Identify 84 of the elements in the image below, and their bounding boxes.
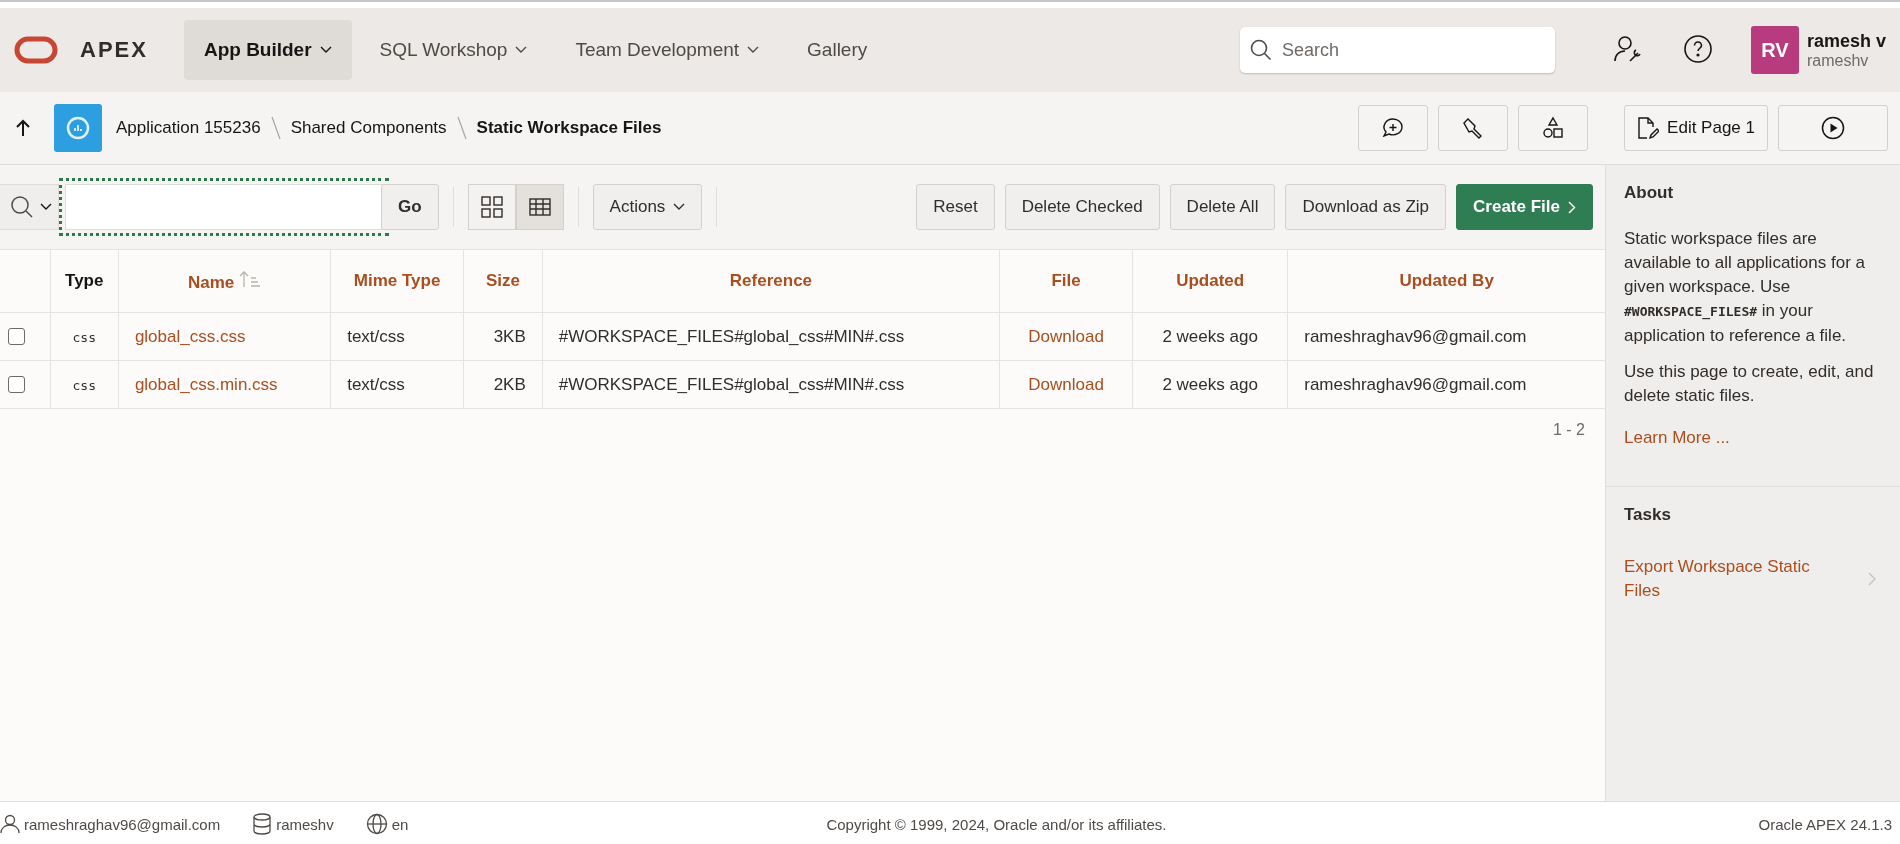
shared-components-button[interactable] — [1518, 105, 1589, 151]
app-icon[interactable] — [54, 104, 102, 152]
column-header[interactable]: Mime Type — [330, 250, 464, 313]
nav-tab[interactable]: Gallery — [787, 20, 888, 80]
sort-ascending-icon — [239, 269, 262, 288]
actions-menu-button[interactable]: Actions — [592, 184, 703, 230]
file-type: css — [72, 329, 96, 345]
view-toggle[interactable] — [467, 184, 516, 230]
table-cell: #WORKSPACE_FILES#global_css#MIN#.css — [542, 312, 1000, 361]
about-text: Use this page to create, edit, and delete static files. — [1624, 361, 1875, 407]
column-header[interactable]: Reference — [542, 250, 1000, 313]
grid-icon — [480, 196, 503, 218]
toolbar-button[interactable]: Reset — [916, 184, 995, 230]
chevron-right-icon — [1568, 200, 1576, 214]
logo-icon[interactable] — [14, 36, 58, 64]
speech-bubble-plus-icon — [1381, 116, 1406, 140]
nav-tab[interactable]: Team Development — [555, 20, 780, 80]
user-avatar[interactable]: RV — [1750, 26, 1799, 74]
breadcrumb-link[interactable]: Application 155236 — [116, 118, 261, 138]
search-field[interactable]: Search — [1239, 27, 1555, 73]
debug-button[interactable] — [1438, 105, 1509, 151]
database-icon — [252, 813, 273, 835]
breadcrumb-link[interactable]: Static Workspace Files — [476, 118, 662, 138]
run-page-button[interactable] — [1778, 105, 1888, 151]
footer-workspace: rameshv — [276, 815, 334, 833]
table-cell: text/css — [330, 312, 464, 361]
tasks-heading: Tasks — [1624, 505, 1672, 525]
row-checkbox[interactable] — [8, 328, 25, 345]
search-icon — [10, 195, 34, 219]
table-cell: 2 weeks ago — [1132, 312, 1288, 361]
column-header[interactable]: Size — [463, 250, 543, 313]
view-toggle[interactable] — [515, 184, 564, 230]
version-text: Oracle APEX 24.1.3 — [1758, 815, 1892, 833]
play-icon — [1821, 116, 1845, 140]
file-type: css — [72, 377, 96, 393]
learn-more-link[interactable]: Learn More ... — [1624, 428, 1730, 447]
table-cell: 2 weeks ago — [1132, 360, 1288, 409]
nav-tab[interactable]: SQL Workshop — [359, 20, 548, 80]
chevron-down-icon — [40, 203, 52, 211]
footer-language: en — [391, 815, 409, 833]
arrow-up-icon[interactable] — [16, 119, 30, 137]
toolbar-button[interactable]: Delete All — [1169, 184, 1276, 230]
toolbar-button[interactable]: Create File — [1456, 184, 1593, 230]
breadcrumb-separator — [270, 116, 281, 140]
table-cell: 2KB — [463, 360, 543, 409]
column-header[interactable]: File — [999, 250, 1133, 313]
brand-name: APEX — [80, 37, 148, 63]
column-header: Type — [50, 250, 119, 313]
edit-page-button[interactable]: Edit Page 1 — [1624, 105, 1768, 151]
chevron-right-icon — [1868, 572, 1876, 586]
table-cell: text/css — [330, 360, 464, 409]
footer-email: rameshraghav96@gmail.com — [24, 815, 221, 833]
toolbar-button[interactable]: Download as Zip — [1285, 184, 1447, 230]
pagination-range: 1 - 2 — [1552, 420, 1586, 440]
globe-icon — [365, 813, 388, 835]
page-pencil-icon — [1637, 116, 1660, 140]
breadcrumb-separator — [456, 116, 467, 140]
column-header[interactable]: Name — [118, 250, 331, 313]
copyright-text: Copyright © 1999, 2024, Oracle and/or its affiliates. — [825, 815, 1168, 833]
column-header[interactable]: Updated — [1132, 250, 1288, 313]
chevron-down-icon — [319, 46, 332, 54]
chevron-down-icon — [515, 46, 528, 54]
shapes-icon — [1541, 116, 1566, 140]
search-icon — [1249, 39, 1272, 61]
help-icon — [1682, 33, 1713, 64]
table-cell: #WORKSPACE_FILES#global_css#MIN#.css — [542, 360, 1000, 409]
chevron-down-icon — [673, 203, 686, 211]
search-column-menu[interactable] — [0, 184, 59, 230]
table-icon — [528, 198, 551, 216]
about-heading: About — [1624, 183, 1675, 203]
breadcrumb-link[interactable]: Shared Components — [290, 118, 447, 138]
task-link[interactable]: Export Workspace Static Files — [1624, 555, 1844, 603]
toolbar-button[interactable]: Delete Checked — [1004, 184, 1160, 230]
go-button[interactable]: Go — [381, 184, 439, 230]
user-login: rameshv — [1806, 51, 1870, 70]
user-name[interactable]: ramesh v — [1806, 30, 1886, 52]
person-wrench-icon — [1612, 33, 1643, 64]
table-cell: 3KB — [463, 312, 543, 361]
chevron-down-icon — [747, 46, 760, 54]
add-comment-button[interactable] — [1358, 105, 1429, 151]
user-icon — [0, 814, 20, 834]
row-checkbox[interactable] — [8, 376, 25, 393]
nav-tab[interactable]: App Builder — [183, 20, 352, 80]
about-text: Static workspace files are available to all applications for a given workspace. Use #WORKSPACE_FILES# in your application to reference a file. — [1624, 228, 1866, 347]
